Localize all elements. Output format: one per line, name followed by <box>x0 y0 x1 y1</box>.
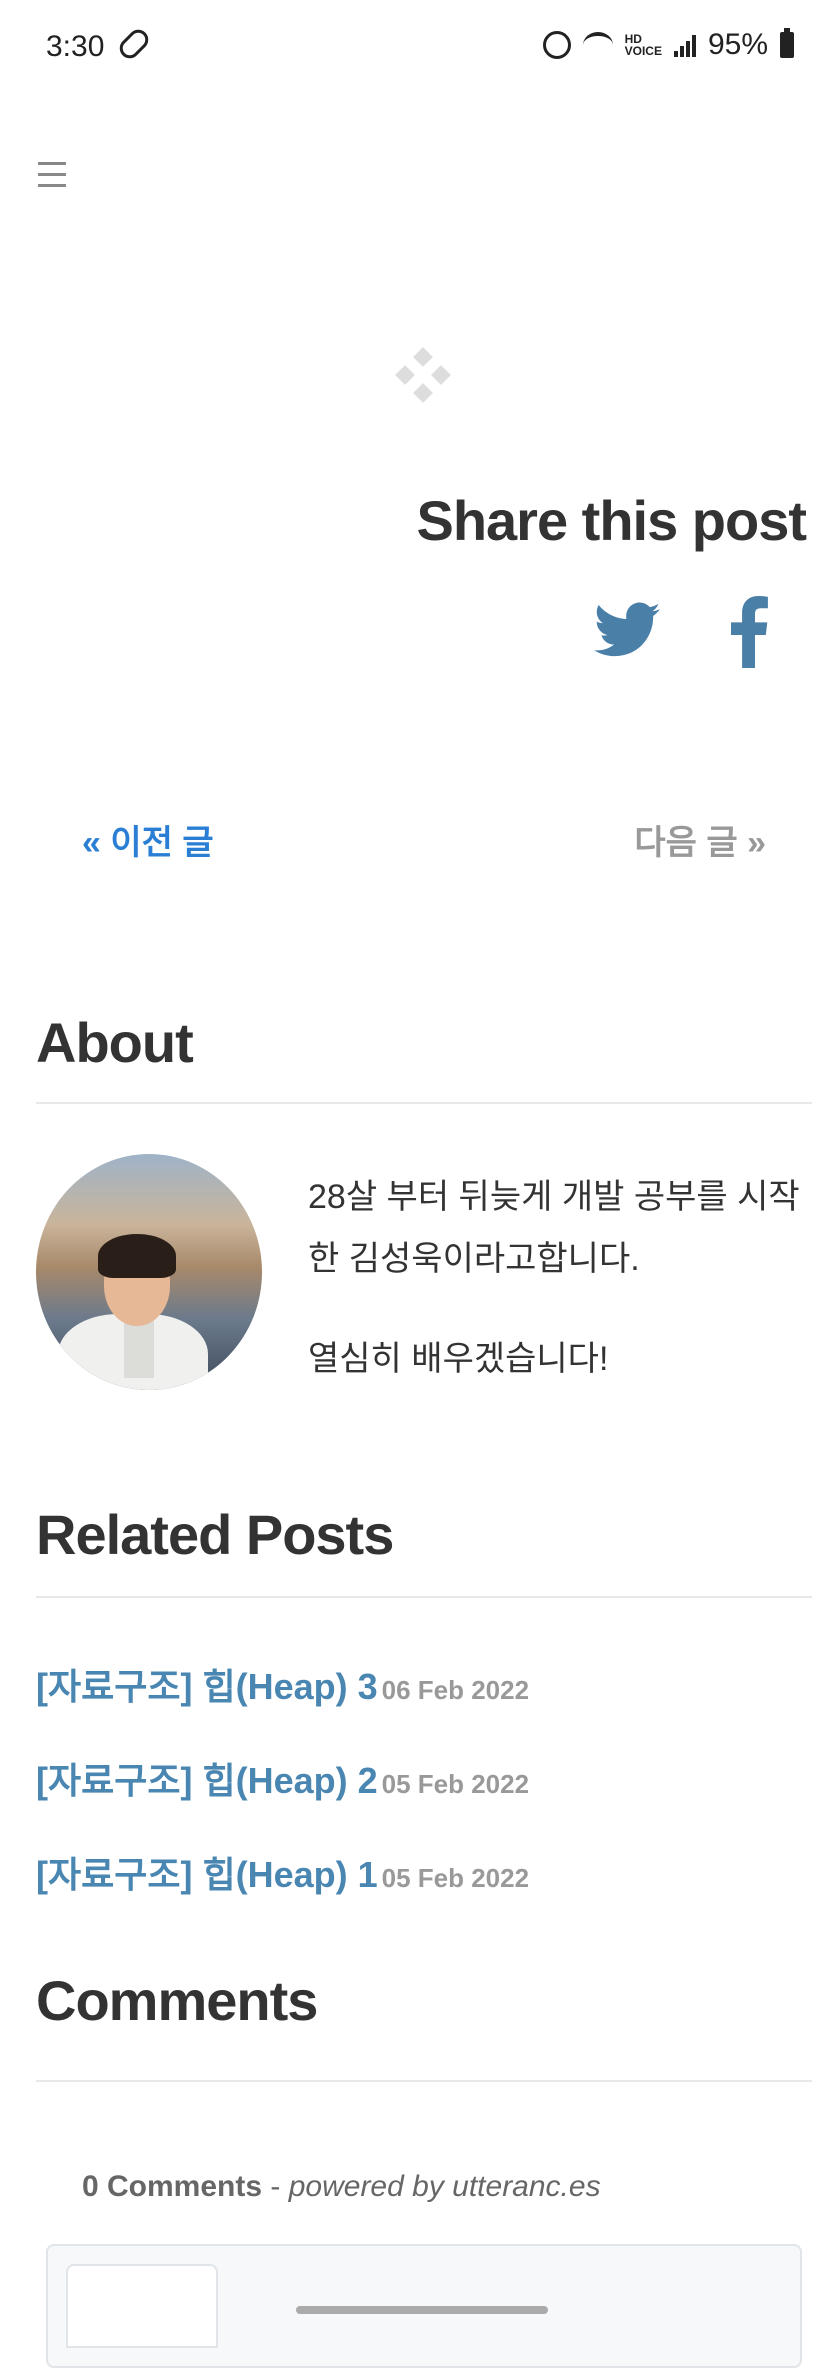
related-item[interactable]: [자료구조] 힙(Heap) 3 06 Feb 2022 <box>36 1658 529 1710</box>
alarm-icon <box>542 31 571 59</box>
related-item[interactable]: [자료구조] 힙(Heap) 1 05 Feb 2022 <box>36 1846 529 1898</box>
related-heading: Related Posts <box>36 1503 394 1566</box>
pill-icon <box>115 25 153 63</box>
share-title: Share this post <box>416 489 807 552</box>
related-title[interactable]: [자료구조] 힙(Heap) 2 <box>36 1760 378 1801</box>
home-indicator[interactable] <box>296 2306 548 2314</box>
comments-heading: Comments <box>36 1969 318 2032</box>
status-icons: HD VOICE 95% <box>542 28 794 62</box>
related-date: 05 Feb 2022 <box>381 1863 530 1893</box>
status-bar: 3:30 HD VOICE 95% <box>0 0 840 96</box>
hd-voice-icon: HD VOICE <box>624 32 662 58</box>
status-time: 3:30 <box>46 30 105 63</box>
about-text: 28살 부터 뒤늦게 개발 공부를 시작한 김성욱이라고합니다. 열심히 배우겠… <box>308 1166 818 1428</box>
related-item[interactable]: [자료구조] 힙(Heap) 2 05 Feb 2022 <box>36 1752 529 1804</box>
related-date: 05 Feb 2022 <box>381 1769 530 1799</box>
twitter-icon[interactable] <box>594 600 660 660</box>
avatar <box>36 1154 262 1390</box>
comments-divider <box>36 2080 812 2082</box>
wifi-icon <box>582 32 613 58</box>
next-post-link[interactable]: 다음 글 » <box>634 815 766 864</box>
facebook-icon[interactable] <box>724 596 774 668</box>
signal-icon <box>673 33 696 57</box>
related-title[interactable]: [자료구조] 힙(Heap) 3 <box>36 1666 378 1707</box>
comments-count-value: 0 Comments <box>82 2170 263 2203</box>
about-paragraph: 28살 부터 뒤늦게 개발 공부를 시작한 김성욱이라고합니다. <box>308 1178 800 1278</box>
comments-count: 0 Comments - powered by utteranc.es <box>82 2170 601 2204</box>
prev-post-link[interactable]: « 이전 글 <box>82 815 214 864</box>
comment-write-tab[interactable] <box>66 2264 218 2348</box>
related-date: 06 Feb 2022 <box>381 1675 530 1705</box>
about-heading: About <box>36 1011 194 1074</box>
loader-icon <box>395 347 451 403</box>
battery-icon <box>780 28 794 58</box>
comments-powered-by[interactable]: powered by utteranc.es <box>289 2170 601 2203</box>
related-title[interactable]: [자료구조] 힙(Heap) 1 <box>36 1854 378 1895</box>
battery-percent: 95% <box>707 28 768 61</box>
menu-icon[interactable] <box>38 162 66 190</box>
comments-separator: - <box>262 2170 289 2203</box>
related-divider <box>36 1596 812 1598</box>
about-paragraph: 열심히 배우겠습니다! <box>308 1340 609 1378</box>
about-divider <box>36 1102 812 1104</box>
